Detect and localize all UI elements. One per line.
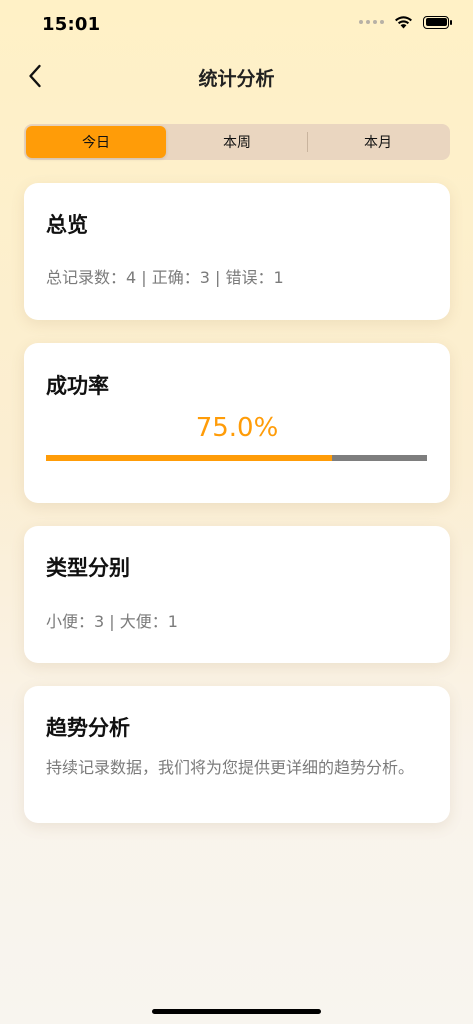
home-indicator — [152, 1009, 321, 1014]
page-title: 统计分析 — [198, 68, 275, 90]
trend-card: 趋势分析 持续记录数据，我们将为您提供更详细的趋势分析。 — [24, 686, 450, 823]
tab-today[interactable]: 今日 — [26, 126, 166, 158]
success-rate-progress-fill — [46, 455, 332, 461]
status-icons — [359, 15, 452, 29]
type-breakdown-card: 类型分别 小便：3 | 大便：1 — [24, 526, 450, 663]
battery-icon — [423, 15, 452, 29]
success-rate-card: 成功率 75.0% — [24, 343, 450, 503]
trend-message: 持续记录数据，我们将为您提供更详细的趋势分析。 — [46, 758, 415, 777]
overview-title: 总览 — [46, 213, 88, 237]
wifi-icon — [395, 16, 412, 29]
overview-summary: 总记录数：4 | 正确：3 | 错误：1 — [46, 268, 284, 287]
trend-title: 趋势分析 — [46, 716, 130, 740]
status-time: 15:01 — [42, 14, 101, 35]
success-rate-value: 75.0% — [195, 413, 279, 443]
success-rate-progress-bar — [46, 455, 427, 461]
type-breakdown-title: 类型分别 — [46, 556, 130, 580]
period-segmented-control: 今日 本周 本月 — [24, 124, 450, 160]
tab-month[interactable]: 本月 — [308, 126, 448, 158]
status-bar: 15:01 — [0, 0, 473, 52]
signal-dots-icon — [359, 20, 384, 24]
tab-week[interactable]: 本周 — [167, 126, 307, 158]
success-rate-title: 成功率 — [46, 374, 109, 398]
overview-card: 总览 总记录数：4 | 正确：3 | 错误：1 — [24, 183, 450, 320]
type-breakdown-summary: 小便：3 | 大便：1 — [46, 612, 178, 631]
